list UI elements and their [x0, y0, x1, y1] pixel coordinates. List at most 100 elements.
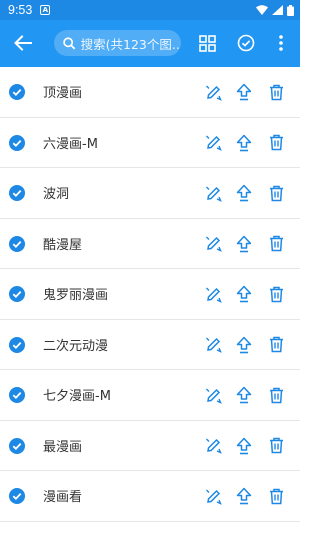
item-label: 二次元动漫: [43, 338, 109, 354]
delete-button[interactable]: [266, 183, 286, 203]
move-to-top-button[interactable]: [234, 385, 254, 405]
arrow-up-icon: [236, 184, 252, 202]
edit-icon: [205, 388, 222, 404]
list-item[interactable]: 最漫画: [0, 421, 300, 471]
trash-icon: [269, 185, 283, 201]
list-item[interactable]: 鬼罗丽漫画: [0, 269, 300, 320]
item-label: 顶漫画: [43, 86, 83, 102]
move-to-top-button[interactable]: [234, 486, 254, 506]
trash-icon: [269, 134, 283, 151]
item-label: 鬼罗丽漫画: [43, 288, 109, 304]
status-bar: 9:53 A: [0, 0, 300, 20]
arrow-up-icon: [236, 134, 252, 151]
arrow-up-icon: [236, 235, 252, 252]
search-icon: [63, 36, 76, 49]
source-list: 顶漫画 六漫画-M 波洞 酷漫屋 鬼罗丽漫画 二次元动漫 七夕漫画-M 最漫画 …: [0, 67, 300, 522]
trash-icon: [269, 84, 283, 100]
item-label: 波洞: [43, 187, 70, 203]
item-label: 六漫画-M: [43, 136, 98, 152]
list-item[interactable]: 二次元动漫: [0, 320, 300, 370]
more-vert-icon: [279, 35, 283, 51]
checkbox-checked-icon[interactable]: [9, 84, 25, 100]
trash-icon: [269, 336, 283, 353]
checkbox-checked-icon[interactable]: [9, 437, 25, 454]
arrow-up-icon: [236, 336, 252, 353]
move-to-top-button[interactable]: [234, 284, 254, 304]
edit-icon: [205, 85, 222, 101]
status-icons: [256, 4, 294, 16]
toolbar: 搜索(共123个图...: [0, 20, 300, 67]
trash-icon: [269, 437, 283, 454]
edit-icon: [205, 438, 222, 454]
trash-icon: [269, 235, 283, 252]
move-to-top-button[interactable]: [234, 183, 254, 203]
select-all-button[interactable]: [235, 32, 257, 54]
delete-button[interactable]: [266, 82, 286, 102]
search-input[interactable]: 搜索(共123个图...: [54, 30, 181, 56]
delete-button[interactable]: [266, 335, 286, 355]
delete-button[interactable]: [266, 436, 286, 456]
checkbox-checked-icon[interactable]: [9, 185, 25, 201]
edit-icon: [205, 287, 222, 303]
delete-button[interactable]: [266, 385, 286, 405]
checkbox-checked-icon[interactable]: [9, 387, 25, 403]
battery-icon: [287, 4, 294, 16]
edit-button[interactable]: [203, 183, 223, 203]
list-item[interactable]: 七夕漫画-M: [0, 370, 300, 421]
search-placeholder: 搜索(共123个图...: [80, 36, 181, 52]
arrow-up-icon: [236, 386, 252, 404]
checkbox-checked-icon[interactable]: [9, 134, 25, 151]
trash-icon: [269, 286, 283, 302]
checkbox-checked-icon[interactable]: [9, 488, 25, 504]
trash-icon: [269, 488, 283, 504]
checkbox-checked-icon[interactable]: [9, 286, 25, 302]
item-label: 酷漫屋: [43, 237, 83, 253]
delete-button[interactable]: [266, 284, 286, 304]
status-time: 9:53: [8, 3, 33, 17]
edit-button[interactable]: [203, 385, 223, 405]
list-item[interactable]: 六漫画-M: [0, 118, 300, 168]
item-label: 七夕漫画-M: [43, 389, 111, 405]
arrow-up-icon: [236, 437, 252, 454]
edit-button[interactable]: [203, 335, 223, 355]
move-to-top-button[interactable]: [234, 335, 254, 355]
edit-icon: [205, 135, 222, 151]
move-to-top-button[interactable]: [234, 82, 254, 102]
edit-button[interactable]: [203, 234, 223, 254]
arrow-left-icon: [14, 35, 32, 51]
list-item[interactable]: 漫画看: [0, 471, 300, 522]
checkbox-checked-icon[interactable]: [9, 235, 25, 252]
delete-button[interactable]: [266, 234, 286, 254]
trash-icon: [269, 387, 283, 403]
back-button[interactable]: [12, 32, 34, 54]
item-label: 最漫画: [43, 439, 83, 455]
edit-button[interactable]: [203, 82, 223, 102]
arrow-up-icon: [236, 285, 252, 303]
edit-button[interactable]: [203, 486, 223, 506]
arrow-up-icon: [236, 83, 252, 101]
item-label: 漫画看: [43, 490, 83, 506]
arrow-up-icon: [236, 487, 252, 505]
edit-icon: [205, 337, 222, 353]
list-item[interactable]: 酷漫屋: [0, 219, 300, 269]
grid-icon: [198, 34, 216, 52]
checkbox-checked-icon[interactable]: [9, 336, 25, 353]
edit-button[interactable]: [203, 284, 223, 304]
list-item[interactable]: 顶漫画: [0, 67, 300, 118]
edit-icon: [205, 186, 222, 202]
delete-button[interactable]: [266, 133, 286, 153]
list-item[interactable]: 波洞: [0, 168, 300, 219]
grid-view-button[interactable]: [196, 32, 218, 54]
wifi-icon: [256, 5, 268, 15]
move-to-top-button[interactable]: [234, 234, 254, 254]
check-circle-icon: [237, 34, 255, 52]
more-menu-button[interactable]: [270, 32, 292, 54]
notification-icon: A: [40, 5, 51, 15]
edit-icon: [205, 236, 222, 252]
edit-button[interactable]: [203, 133, 223, 153]
signal-icon: [272, 5, 283, 15]
delete-button[interactable]: [266, 486, 286, 506]
move-to-top-button[interactable]: [234, 133, 254, 153]
edit-button[interactable]: [203, 436, 223, 456]
move-to-top-button[interactable]: [234, 436, 254, 456]
